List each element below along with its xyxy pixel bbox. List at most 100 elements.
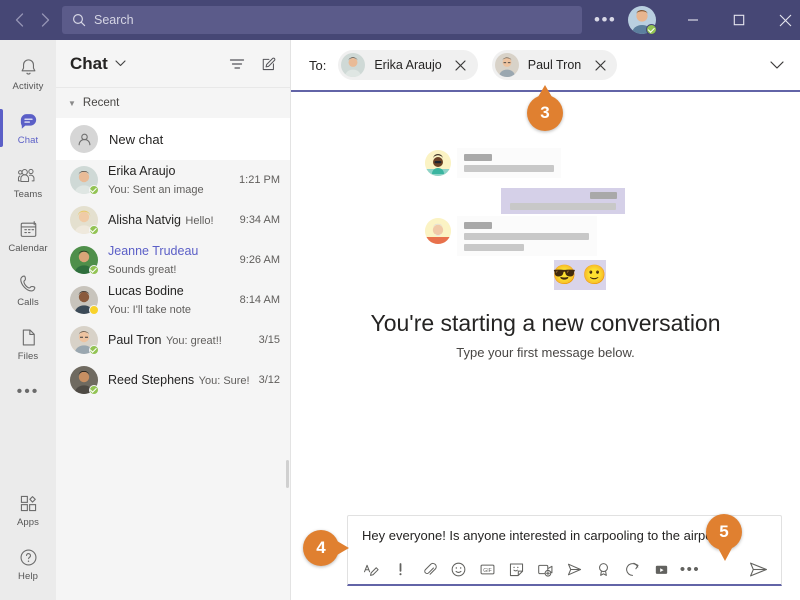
chat-preview: You: I'll take note — [108, 304, 192, 316]
avatar-image — [341, 53, 366, 77]
loop-icon[interactable] — [619, 556, 645, 582]
close-icon[interactable] — [450, 54, 472, 76]
avatar — [70, 366, 99, 395]
bell-icon — [18, 56, 39, 79]
sticker-icon[interactable] — [503, 556, 529, 582]
avatar-image — [494, 53, 519, 77]
people-icon — [17, 164, 39, 187]
list-item-content: Paul Tron You: great!! — [108, 331, 253, 349]
presence-badge-away — [89, 305, 99, 315]
sidebar-item-chat[interactable]: Chat — [0, 102, 56, 154]
help-circle-icon — [18, 546, 39, 569]
sidebar-item-label: Teams — [13, 189, 43, 200]
chat-timestamp: 3/12 — [258, 374, 280, 386]
recipient-name: Erika Araujo — [374, 58, 442, 72]
minimize-button[interactable] — [670, 0, 716, 40]
avatar — [70, 206, 99, 235]
importance-icon[interactable] — [387, 556, 413, 582]
chat-timestamp: 1:21 PM — [239, 174, 280, 186]
sidebar-item-files[interactable]: Files — [0, 318, 56, 370]
expand-recipients-button[interactable] — [770, 60, 784, 70]
chat-name: Reed Stephens — [108, 373, 195, 387]
format-icon[interactable] — [358, 556, 384, 582]
sidebar-item-label: Chat — [17, 135, 39, 146]
list-item-content: Jeanne Trudeau Sounds great! — [108, 242, 234, 278]
list-item-content: Erika Araujo You: Sent an image — [108, 162, 233, 198]
presence-badge — [89, 185, 99, 195]
callout-badge-3: 3 — [527, 85, 563, 131]
illustration-emoji-bubble: 😎 🙂 — [552, 260, 606, 290]
new-chat-item[interactable]: New chat — [56, 118, 290, 160]
close-button[interactable] — [762, 0, 800, 40]
search-bar[interactable]: Search — [62, 6, 582, 34]
recipient-chip[interactable]: Erika Araujo — [338, 50, 478, 80]
presence-badge — [89, 265, 99, 275]
svg-text:GIF: GIF — [483, 567, 492, 573]
compose-more-button[interactable]: ••• — [677, 556, 703, 582]
meet-now-icon[interactable] — [532, 556, 558, 582]
sidebar-item-help[interactable]: Help — [0, 538, 56, 590]
compose-toolbar: GIF ••• — [348, 554, 781, 584]
illustration-bubble — [456, 148, 561, 178]
chat-preview: You: Sure! — [198, 375, 250, 387]
list-item[interactable]: Alisha Natvig Hello! 9:34 AM — [56, 200, 290, 240]
forward-button[interactable] — [32, 7, 58, 33]
presence-badge — [89, 225, 99, 235]
sidebar-item-label: Calls — [17, 297, 39, 308]
settings-more-button[interactable]: ••• — [582, 10, 628, 30]
emoji-sunglasses: 😎 — [552, 264, 577, 286]
new-chat-icon[interactable] — [260, 55, 278, 73]
callout-badge-4: 4 — [303, 530, 349, 566]
chevron-down-icon[interactable] — [115, 60, 126, 67]
recipient-name: Paul Tron — [527, 58, 582, 72]
maximize-button[interactable] — [716, 0, 762, 40]
stream-icon[interactable] — [561, 556, 587, 582]
close-icon[interactable] — [589, 54, 611, 76]
illustration-bubble-self — [500, 188, 625, 214]
list-item[interactable]: Jeanne Trudeau Sounds great! 9:26 AM — [56, 240, 290, 280]
sidebar-item-label: Calendar — [8, 243, 48, 254]
chat-preview: Hello! — [185, 215, 214, 227]
sidebar-item-activity[interactable]: Activity — [0, 48, 56, 100]
filter-icon[interactable] — [228, 55, 246, 73]
avatar — [70, 286, 99, 315]
chat-name: Paul Tron — [108, 333, 162, 347]
empty-state-subheading: Type your first message below. — [456, 345, 635, 360]
emoji-icon[interactable] — [445, 556, 471, 582]
chat-preview: Sounds great! — [108, 264, 177, 276]
back-button[interactable] — [6, 7, 32, 33]
callout-badge-5: 5 — [706, 514, 742, 561]
sidebar-item-apps[interactable]: Apps — [0, 484, 56, 536]
send-icon[interactable] — [745, 556, 771, 582]
sidebar-item-label: Activity — [12, 81, 44, 92]
avatar — [70, 326, 99, 355]
list-item[interactable]: Paul Tron You: great!! 3/15 — [56, 320, 290, 360]
list-item[interactable]: Lucas Bodine You: I'll take note 8:14 AM — [56, 280, 290, 320]
chat-list-scrollbar[interactable] — [286, 460, 289, 488]
recent-section-label: Recent — [82, 97, 120, 109]
attach-icon[interactable] — [416, 556, 442, 582]
sidebar-item-teams[interactable]: Teams — [0, 156, 56, 208]
page-title: Chat — [70, 53, 108, 73]
recent-section-header[interactable]: ▼ Recent — [56, 88, 290, 118]
avatar[interactable] — [628, 6, 658, 35]
chat-name: Jeanne Trudeau — [108, 244, 199, 258]
avatar — [70, 246, 99, 275]
illustration-bubble — [456, 216, 597, 256]
rail-more-apps-button[interactable]: ••• — [17, 372, 40, 412]
video-icon[interactable] — [648, 556, 674, 582]
sidebar-item-calls[interactable]: Calls — [0, 264, 56, 316]
list-item[interactable]: Reed Stephens You: Sure! 3/12 — [56, 360, 290, 400]
presence-badge — [89, 385, 99, 395]
chat-bubble-icon — [18, 110, 39, 133]
calendar-icon — [18, 218, 39, 241]
praise-icon[interactable] — [590, 556, 616, 582]
presence-badge-available — [646, 24, 658, 35]
giphy-icon[interactable]: GIF — [474, 556, 500, 582]
sidebar-item-calendar[interactable]: Calendar — [0, 210, 56, 262]
list-item[interactable]: Erika Araujo You: Sent an image 1:21 PM — [56, 160, 290, 200]
new-chat-label: New chat — [109, 131, 164, 147]
teams-window: Search ••• Activity Chat Teams Calendar … — [0, 0, 800, 600]
recipient-chip[interactable]: Paul Tron — [491, 50, 618, 80]
avatar — [70, 166, 99, 195]
